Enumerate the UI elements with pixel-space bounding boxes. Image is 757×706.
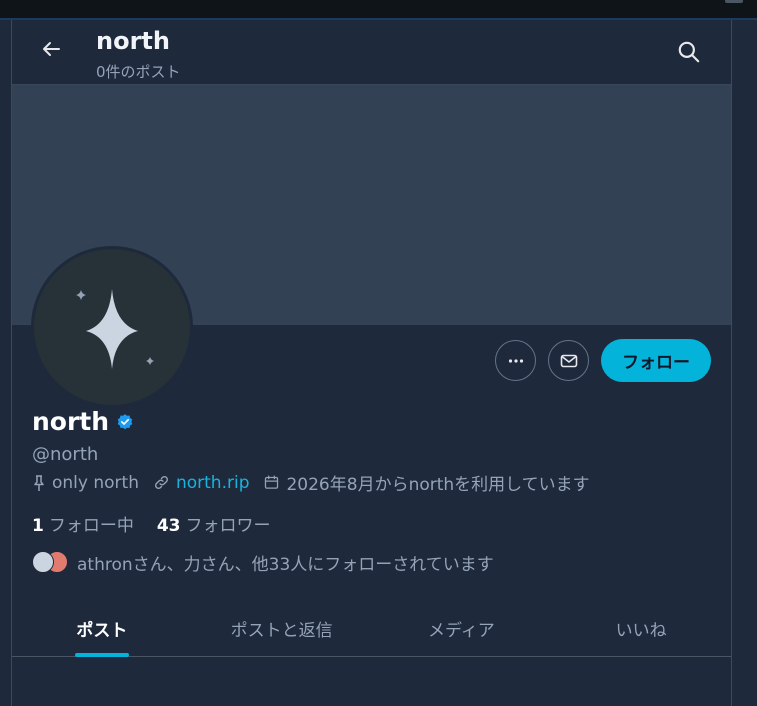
followers-count: 43 [156, 516, 181, 536]
following-count: 1 [32, 516, 44, 536]
follow-stats: 1 フォロー中 43 フォロワー [32, 511, 294, 536]
joined-item: 2026年8月からnorthを利用しています [263, 470, 590, 495]
website-link[interactable]: north.rip [176, 473, 250, 493]
back-button[interactable] [34, 32, 68, 66]
follow-button[interactable]: フォロー [601, 339, 711, 382]
website-item: north.rip [153, 473, 250, 493]
browser-top-strip [0, 0, 757, 20]
profile-name-row: north [32, 407, 134, 436]
header-post-count: 0件のポスト [96, 63, 181, 81]
followed-by-text[interactable]: athronさん、力さん、他33人にフォローされています [77, 550, 494, 575]
link-icon [154, 476, 168, 489]
follower-avatar[interactable] [32, 551, 54, 573]
more-button[interactable] [495, 340, 536, 381]
tab-media[interactable]: メディア [372, 601, 552, 656]
profile-header: north 0件のポスト [12, 20, 731, 85]
followed-by-row: athronさん、力さん、他33人にフォローされています [32, 550, 494, 575]
window-corner-control[interactable] [725, 0, 743, 3]
active-tab-indicator [74, 653, 129, 657]
verified-badge-icon[interactable] [116, 413, 134, 431]
joined-text: 2026年8月からnorthを利用しています [286, 475, 590, 495]
avatar[interactable] [31, 246, 193, 408]
search-icon [678, 41, 700, 63]
followers-label: フォロワー [185, 516, 271, 536]
profile-column: north 0件のポスト フォロー north @north only nort… [11, 20, 732, 706]
location-item: only north [32, 473, 139, 493]
tab-label: ポスト [76, 621, 128, 641]
more-icon [508, 358, 523, 363]
following-label: フォロー中 [48, 516, 134, 536]
message-button[interactable] [548, 340, 589, 381]
header-title: north [96, 27, 170, 55]
calendar-icon [265, 475, 279, 489]
tab-posts[interactable]: ポスト [12, 601, 192, 657]
pin-icon [34, 474, 44, 491]
profile-meta: only north north.rip 2026年8月からnorthを利用して… [32, 470, 604, 495]
profile-handle: @north [32, 444, 99, 465]
followers-link[interactable]: 43 フォロワー [157, 511, 271, 536]
following-link[interactable]: 1 フォロー中 [32, 511, 134, 536]
back-arrow-icon [43, 42, 60, 56]
profile-tabs: ポスト ポストと返信 メディア いいね [12, 601, 731, 657]
tab-label: メディア [427, 621, 495, 641]
search-button[interactable] [676, 39, 702, 65]
mail-icon [560, 354, 577, 367]
location-text: only north [52, 472, 139, 493]
tab-label: ポストと返信 [230, 621, 333, 641]
tab-label: いいね [615, 621, 667, 641]
sparkle-icon [76, 289, 154, 369]
tab-likes[interactable]: いいね [551, 601, 731, 656]
tab-posts-and-replies[interactable]: ポストと返信 [192, 601, 372, 656]
profile-display-name: north [32, 407, 110, 436]
